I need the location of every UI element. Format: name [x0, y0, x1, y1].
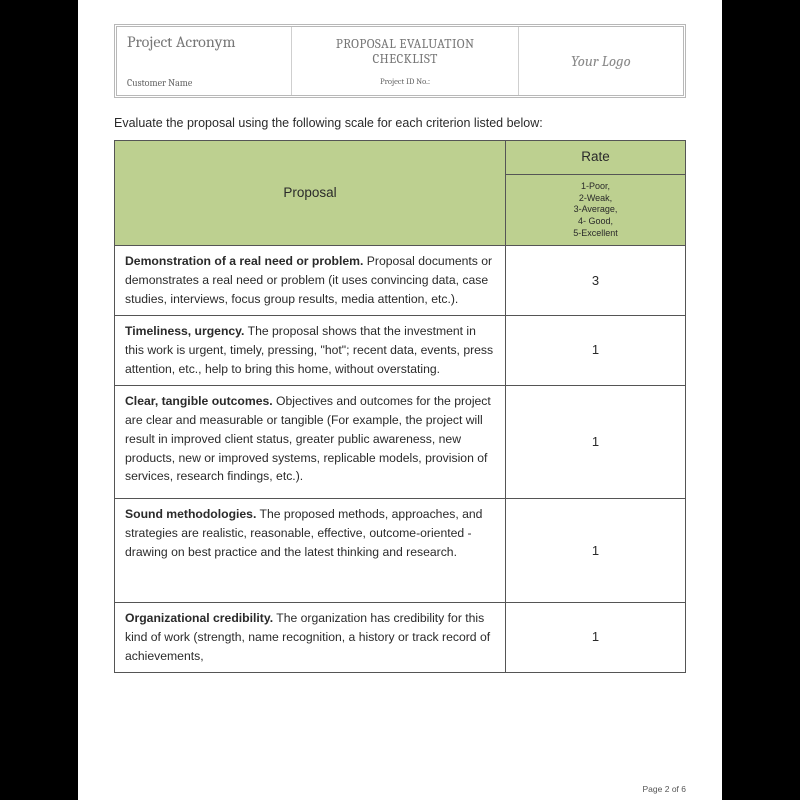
criterion-cell: Sound methodologies. The proposed method…	[115, 499, 506, 603]
criterion-cell: Organizational credibility. The organiza…	[115, 603, 506, 673]
criterion-cell: Timeliness, urgency. The proposal shows …	[115, 316, 506, 386]
page-number: Page 2 of 6	[643, 784, 686, 794]
criterion-title: Demonstration of a real need or problem.	[125, 254, 363, 268]
rate-cell: 1	[506, 316, 686, 386]
instruction-text: Evaluate the proposal using the followin…	[114, 116, 686, 130]
table-row: Sound methodologies. The proposed method…	[115, 499, 686, 603]
header-center-cell: PROPOSAL EVALUATION CHECKLIST Project ID…	[292, 27, 518, 95]
logo-placeholder: Your Logo	[571, 52, 631, 70]
criterion-cell: Clear, tangible outcomes. Objectives and…	[115, 385, 506, 499]
rate-cell: 1	[506, 603, 686, 673]
scale-line: 5-Excellent	[516, 228, 675, 240]
criterion-title: Clear, tangible outcomes.	[125, 394, 273, 408]
criterion-cell: Demonstration of a real need or problem.…	[115, 246, 506, 316]
rate-cell: 3	[506, 246, 686, 316]
rate-cell: 1	[506, 385, 686, 499]
header-block: Project Acronym Customer Name PROPOSAL E…	[114, 24, 686, 98]
header-right-cell: Your Logo	[519, 27, 683, 95]
col-header-rate: Rate	[506, 141, 686, 175]
table-row: Timeliness, urgency. The proposal shows …	[115, 316, 686, 386]
table-row: Clear, tangible outcomes. Objectives and…	[115, 385, 686, 499]
document-title: PROPOSAL EVALUATION CHECKLIST	[302, 37, 507, 67]
criterion-title: Organizational credibility.	[125, 611, 273, 625]
scale-line: 2-Weak,	[516, 193, 675, 205]
criterion-title: Timeliness, urgency.	[125, 324, 244, 338]
criterion-title: Sound methodologies.	[125, 507, 256, 521]
evaluation-table: Proposal Rate 1-Poor, 2-Weak, 3-Average,…	[114, 140, 686, 673]
project-id-label: Project ID No.:	[380, 77, 430, 87]
rate-scale-legend: 1-Poor, 2-Weak, 3-Average, 4- Good, 5-Ex…	[506, 174, 686, 245]
scale-line: 3-Average,	[516, 204, 675, 216]
col-header-proposal: Proposal	[115, 141, 506, 246]
customer-name: Customer Name	[127, 77, 281, 89]
rate-cell: 1	[506, 499, 686, 603]
scale-line: 4- Good,	[516, 216, 675, 228]
table-row: Demonstration of a real need or problem.…	[115, 246, 686, 316]
project-acronym: Project Acronym	[127, 33, 281, 51]
header-left-cell: Project Acronym Customer Name	[117, 27, 292, 95]
document-page: Project Acronym Customer Name PROPOSAL E…	[78, 0, 722, 800]
scale-line: 1-Poor,	[516, 181, 675, 193]
table-row: Organizational credibility. The organiza…	[115, 603, 686, 673]
